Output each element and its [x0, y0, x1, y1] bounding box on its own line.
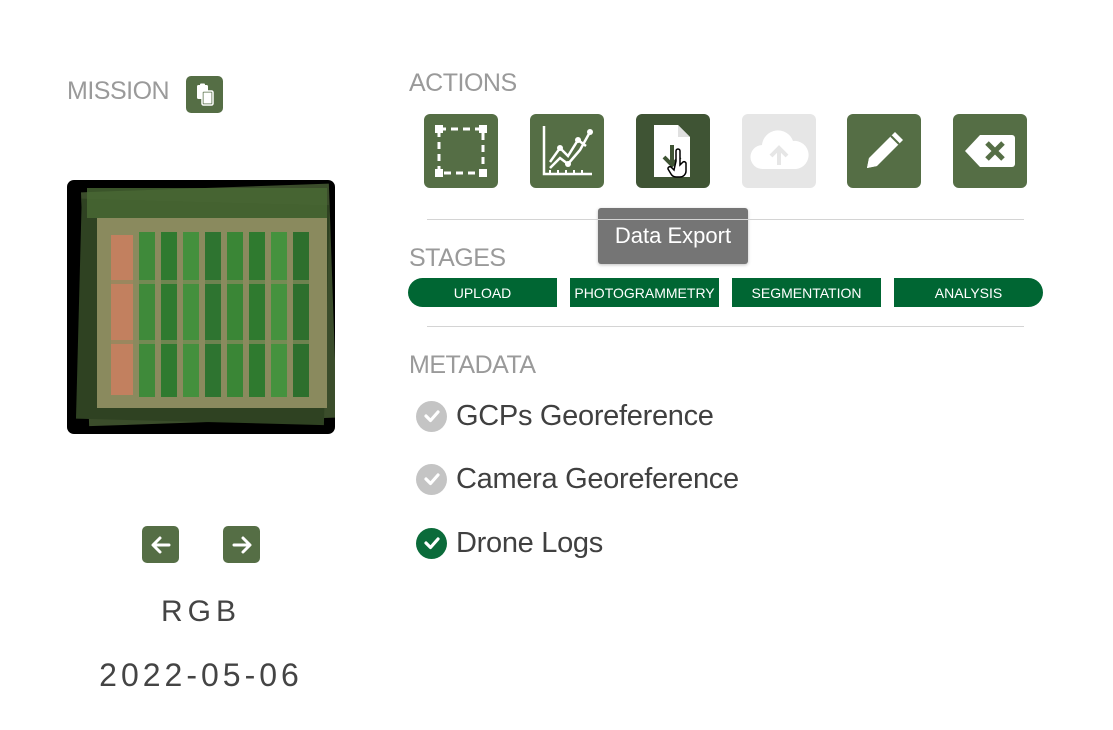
stage-segmentation: SEGMENTATION	[732, 278, 881, 307]
metadata-title: METADATA	[409, 351, 536, 379]
stage-upload: UPLOAD	[408, 278, 557, 307]
orthomosaic-thumbnail[interactable]	[67, 180, 335, 434]
metadata-item-camera: Camera Georeference	[416, 461, 739, 497]
next-layer-button[interactable]	[223, 526, 260, 563]
copy-mission-button[interactable]	[186, 76, 223, 113]
stage-analysis: ANALYSIS	[894, 278, 1043, 307]
divider	[427, 219, 1024, 220]
divider	[427, 326, 1024, 327]
metadata-label: GCPs Georeference	[456, 399, 714, 432]
stage-photogrammetry: PHOTOGRAMMETRY	[570, 278, 719, 307]
mission-title: MISSION	[67, 77, 170, 105]
arrow-left-icon	[151, 536, 170, 553]
previous-layer-button[interactable]	[142, 526, 179, 563]
field-image	[75, 183, 335, 427]
selection-frame-icon	[435, 125, 487, 177]
line-chart-icon	[542, 126, 593, 176]
analytics-button[interactable]	[530, 114, 604, 188]
file-download-icon	[654, 125, 690, 178]
data-export-tooltip: Data Export	[598, 208, 748, 264]
check-circle-icon	[416, 527, 447, 559]
pencil-icon	[867, 132, 903, 168]
data-export-button[interactable]	[636, 114, 710, 188]
check-circle-icon	[416, 400, 447, 432]
edit-button[interactable]	[847, 114, 921, 188]
metadata-item-gcps: GCPs Georeference	[416, 398, 714, 434]
arrow-right-icon	[232, 536, 251, 553]
delete-button[interactable]	[953, 114, 1027, 188]
backspace-delete-icon	[965, 135, 1015, 167]
mission-date: 2022-05-06	[99, 657, 303, 693]
metadata-label: Drone Logs	[456, 526, 603, 559]
selection-button[interactable]	[424, 114, 498, 188]
actions-title: ACTIONS	[409, 69, 517, 97]
cloud-upload-icon	[750, 130, 809, 170]
metadata-item-drone-logs: Drone Logs	[416, 525, 603, 561]
layer-label: RGB	[160, 595, 241, 628]
clipboard-copy-icon	[196, 83, 214, 106]
stages-title: STAGES	[409, 244, 506, 272]
cloud-upload-button[interactable]	[742, 114, 816, 188]
check-circle-icon	[416, 463, 447, 495]
metadata-label: Camera Georeference	[456, 462, 739, 495]
